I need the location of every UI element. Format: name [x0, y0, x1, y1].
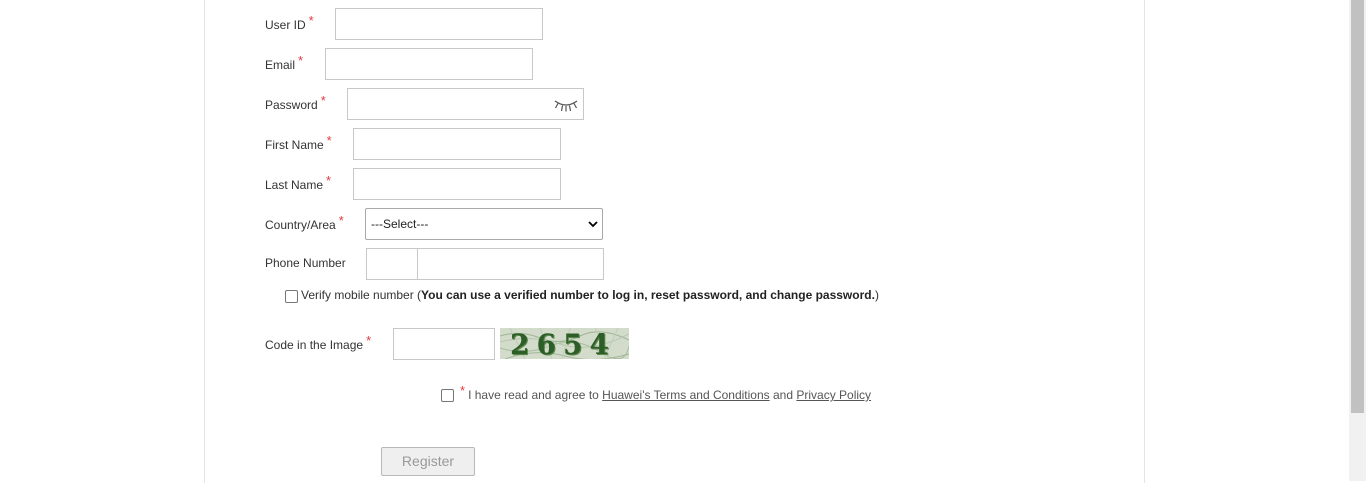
first-name-input[interactable]	[353, 128, 561, 160]
country-select[interactable]: ---Select---	[365, 208, 603, 240]
required-asterisk: *	[460, 383, 466, 398]
captcha-label: Code in the Image *	[265, 333, 372, 352]
required-asterisk: *	[298, 53, 304, 68]
email-label: Email *	[265, 53, 304, 72]
captcha-input[interactable]	[393, 328, 495, 360]
captcha-code-text: 2654	[510, 328, 616, 359]
eye-closed-icon[interactable]	[553, 95, 579, 113]
terms-link[interactable]: Huawei's Terms and Conditions	[602, 388, 769, 402]
required-asterisk: *	[366, 333, 372, 348]
required-asterisk: *	[320, 93, 326, 108]
required-asterisk: *	[326, 133, 332, 148]
register-button[interactable]: Register	[381, 447, 475, 476]
password-label: Password *	[265, 93, 326, 112]
required-asterisk: *	[326, 173, 332, 188]
verify-mobile-label: Verify mobile number (You can use a veri…	[301, 288, 879, 302]
phone-code-input[interactable]	[366, 248, 418, 280]
country-selected-value: ---Select---	[371, 217, 429, 231]
scrollbar[interactable]	[1349, 0, 1366, 481]
last-name-label: Last Name *	[265, 173, 332, 192]
phone-number-input[interactable]	[417, 248, 604, 280]
privacy-policy-link[interactable]: Privacy Policy	[796, 388, 871, 402]
required-asterisk: *	[308, 13, 314, 28]
email-input[interactable]	[325, 48, 533, 80]
first-name-label: First Name *	[265, 133, 332, 152]
captcha-image[interactable]: 2654	[500, 328, 629, 359]
password-input[interactable]	[347, 88, 584, 120]
verify-mobile-checkbox[interactable]	[285, 290, 298, 303]
required-asterisk: *	[338, 213, 344, 228]
agree-terms-label: * I have read and agree to Huawei's Terms…	[460, 383, 872, 402]
user-id-label: User ID *	[265, 13, 314, 32]
last-name-input[interactable]	[353, 168, 561, 200]
country-label: Country/Area *	[265, 213, 344, 232]
chevron-down-icon	[588, 221, 598, 228]
agree-terms-checkbox[interactable]	[441, 389, 454, 402]
user-id-input[interactable]	[335, 8, 543, 40]
scrollbar-thumb[interactable]	[1351, 0, 1364, 413]
phone-label: Phone Number	[265, 256, 346, 270]
